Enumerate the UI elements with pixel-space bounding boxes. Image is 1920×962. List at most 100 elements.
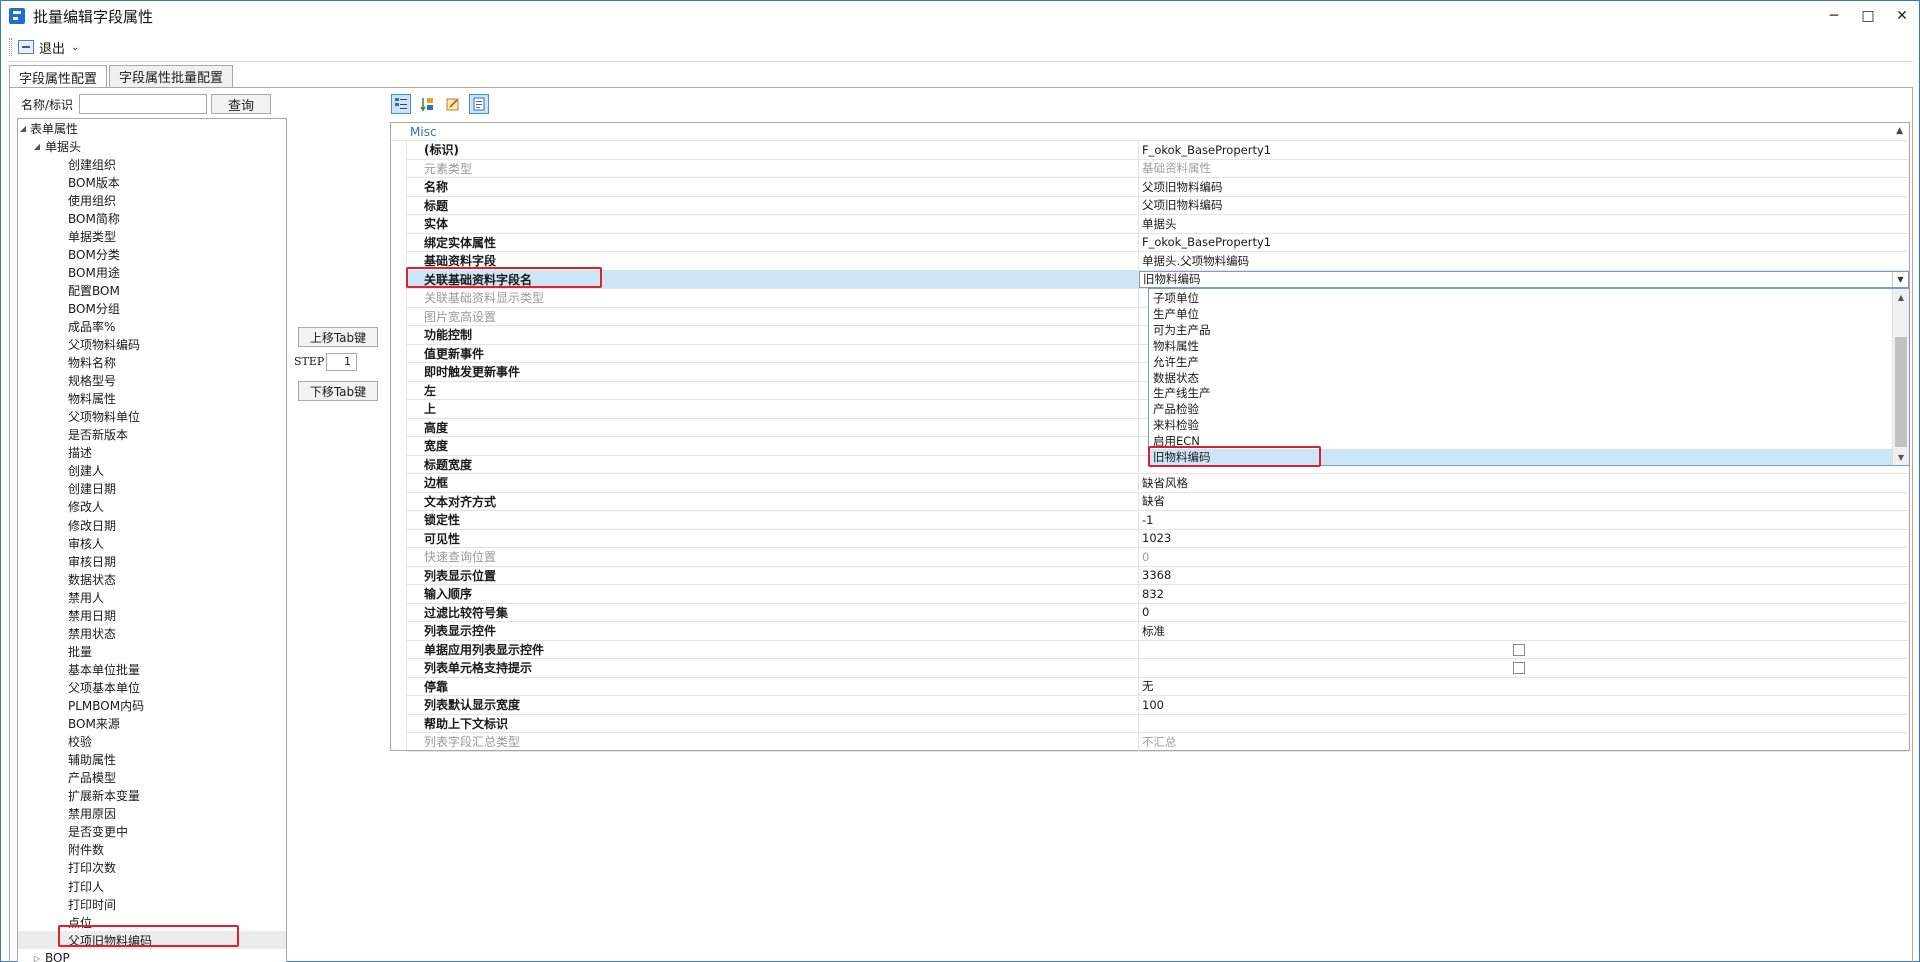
tree-item[interactable]: 物料名称 <box>18 354 286 372</box>
alphabetical-icon[interactable] <box>417 94 437 114</box>
minimize-button[interactable]: ─ <box>1817 1 1851 31</box>
toolbar-grip-icon[interactable] <box>9 38 12 56</box>
dropdown-option[interactable]: 生产单位 <box>1149 306 1892 322</box>
property-row[interactable]: 列表显示位置 3368 <box>407 566 1909 585</box>
property-row[interactable]: 列表单元格支持提示 <box>407 659 1909 678</box>
property-row[interactable]: 关联基础资料字段名 旧物料编码 ▼ <box>407 270 1909 289</box>
property-value[interactable]: 0 <box>1139 604 1909 622</box>
tree-item[interactable]: 修改人 <box>18 498 286 516</box>
property-value[interactable]: 旧物料编码 ▼ <box>1139 270 1909 288</box>
property-row[interactable]: 列表默认显示宽度 100 <box>407 696 1909 715</box>
tree-item[interactable]: 规格型号 <box>18 372 286 390</box>
tree-group-header[interactable]: ◢ 单据头 <box>18 137 286 155</box>
tree-item[interactable]: 禁用原因 <box>18 805 286 823</box>
search-input[interactable] <box>79 94 208 114</box>
step-input[interactable]: 1 <box>326 353 357 371</box>
property-row[interactable]: (标识) F_okok_BaseProperty1 <box>407 141 1909 160</box>
tab-field-property-config[interactable]: 字段属性配置 <box>9 65 108 88</box>
tree-item[interactable]: 配置BOM <box>18 281 286 299</box>
tree-item[interactable]: 打印人 <box>18 877 286 895</box>
properties-icon[interactable] <box>469 94 489 114</box>
tree-item[interactable]: BOM版本 <box>18 173 286 191</box>
tree-item[interactable]: 数据状态 <box>18 570 286 588</box>
property-row[interactable]: 输入顺序 832 <box>407 585 1909 604</box>
property-row[interactable]: 列表显示控件 标准 <box>407 622 1909 641</box>
property-value[interactable]: -1 <box>1139 511 1909 529</box>
tree-item[interactable]: 校验 <box>18 733 286 751</box>
tree-item[interactable]: 父项旧物料编码 <box>18 931 286 950</box>
dropdown-option[interactable]: 来料检验 <box>1149 417 1892 433</box>
expand-triangle-icon[interactable]: ◢ <box>18 124 28 133</box>
tree-item[interactable]: 父项物料编码 <box>18 336 286 354</box>
property-value[interactable]: 父项旧物料编码 <box>1139 178 1909 196</box>
property-row[interactable]: 单据应用列表显示控件 <box>407 640 1909 659</box>
tree-item[interactable]: 修改日期 <box>18 516 286 534</box>
tree-item[interactable]: BOM分组 <box>18 299 286 317</box>
tree-item[interactable]: 审核日期 <box>18 552 286 570</box>
tree-item[interactable]: 打印次数 <box>18 859 286 877</box>
tree-item[interactable]: 创建日期 <box>18 480 286 498</box>
tree-item[interactable]: 辅助属性 <box>18 751 286 769</box>
tree-item[interactable]: PLMBOM内码 <box>18 697 286 715</box>
tree-item[interactable]: 审核人 <box>18 534 286 552</box>
expand-triangle-icon[interactable]: ◢ <box>32 142 42 151</box>
exit-button[interactable]: 退出 <box>39 38 65 57</box>
collapsed-triangle-icon[interactable]: ▷ <box>32 954 42 962</box>
dropdown-arrow-icon[interactable]: ▼ <box>1892 271 1908 287</box>
tree-item[interactable]: BOM分类 <box>18 245 286 263</box>
property-value[interactable]: 单据头 <box>1139 215 1909 233</box>
scroll-down-icon[interactable]: ▼ <box>1893 449 1909 465</box>
tree-item[interactable]: 禁用状态 <box>18 624 286 642</box>
property-row[interactable]: 锁定性 -1 <box>407 511 1909 530</box>
collapse-icon[interactable]: ▲ <box>1896 126 1903 136</box>
property-value[interactable]: 缺省风格 <box>1139 474 1909 492</box>
tree-item[interactable]: 创建组织 <box>18 155 286 173</box>
tree-item[interactable]: 创建人 <box>18 462 286 480</box>
tree-item[interactable]: 是否变更中 <box>18 823 286 841</box>
dropdown-option[interactable]: 物料属性 <box>1149 338 1892 354</box>
query-button[interactable]: 查询 <box>211 94 272 114</box>
tree-item[interactable]: 打印时间 <box>18 895 286 913</box>
property-value[interactable] <box>1139 659 1909 677</box>
move-down-tab-button[interactable]: 下移Tab键 <box>298 381 378 401</box>
property-value[interactable]: 无 <box>1139 678 1909 696</box>
property-checkbox[interactable] <box>1513 643 1525 656</box>
property-row[interactable]: 帮助上下文标识 <box>407 714 1909 733</box>
property-checkbox[interactable] <box>1513 662 1525 674</box>
tree-item[interactable]: BOM来源 <box>18 715 286 733</box>
scrollbar-thumb[interactable] <box>1895 337 1907 447</box>
dropdown-option[interactable]: 子项单位 <box>1149 290 1892 306</box>
tree-item[interactable]: BOM简称 <box>18 209 286 227</box>
dropdown-scrollbar[interactable]: ▲ ▼ <box>1892 289 1909 465</box>
property-row[interactable]: 名称 父项旧物料编码 <box>407 178 1909 197</box>
property-row[interactable]: 文本对齐方式 缺省 <box>407 492 1909 511</box>
property-row[interactable]: 快速查询位置 0 <box>407 548 1909 567</box>
tree-item[interactable]: 禁用人 <box>18 588 286 606</box>
property-value[interactable]: 单据头.父项物料编码 <box>1139 252 1909 270</box>
categorized-icon[interactable] <box>391 94 411 114</box>
property-row[interactable]: 绑定实体属性 F_okok_BaseProperty1 <box>407 233 1909 252</box>
tree-item[interactable]: 点位 <box>18 913 286 931</box>
tree-item[interactable]: 附件数 <box>18 841 286 859</box>
tree-item[interactable]: 是否新版本 <box>18 426 286 444</box>
property-value[interactable]: 1023 <box>1139 530 1909 548</box>
field-name-dropdown-list[interactable]: ▲ ▼ 子项单位 生产单位 可为主产品 物料属性 允许生产 数据状态 生产线生产 产品检验 来料… <box>1148 288 1910 466</box>
tree-item[interactable]: BOM用途 <box>18 263 286 281</box>
property-row[interactable]: 基础资料字段 单据头.父项物料编码 <box>407 252 1909 271</box>
tree-item[interactable]: 描述 <box>18 444 286 462</box>
property-row[interactable]: 列表字段汇总类型 不汇总 <box>407 733 1909 752</box>
property-value[interactable]: 3368 <box>1139 567 1909 585</box>
tree-item[interactable]: 批量 <box>18 642 286 660</box>
property-row[interactable]: 标题 父项旧物料编码 <box>407 196 1909 215</box>
move-up-tab-button[interactable]: 上移Tab键 <box>298 327 378 347</box>
tree-item[interactable]: 父项基本单位 <box>18 678 286 696</box>
tree-root[interactable]: ◢ 表单属性 <box>18 119 286 137</box>
property-value[interactable]: 832 <box>1139 585 1909 603</box>
property-value[interactable]: 缺省 <box>1139 493 1909 511</box>
tab-field-property-batch-config[interactable]: 字段属性批量配置 <box>109 65 234 87</box>
property-value[interactable]: F_okok_BaseProperty1 <box>1139 234 1909 252</box>
property-row[interactable]: 停靠无 <box>407 677 1909 696</box>
category-header-misc[interactable]: Misc ▲ <box>391 123 1909 141</box>
dropdown-option[interactable]: 允许生产 <box>1149 354 1892 370</box>
property-value[interactable]: F_okok_BaseProperty1 <box>1139 141 1909 159</box>
